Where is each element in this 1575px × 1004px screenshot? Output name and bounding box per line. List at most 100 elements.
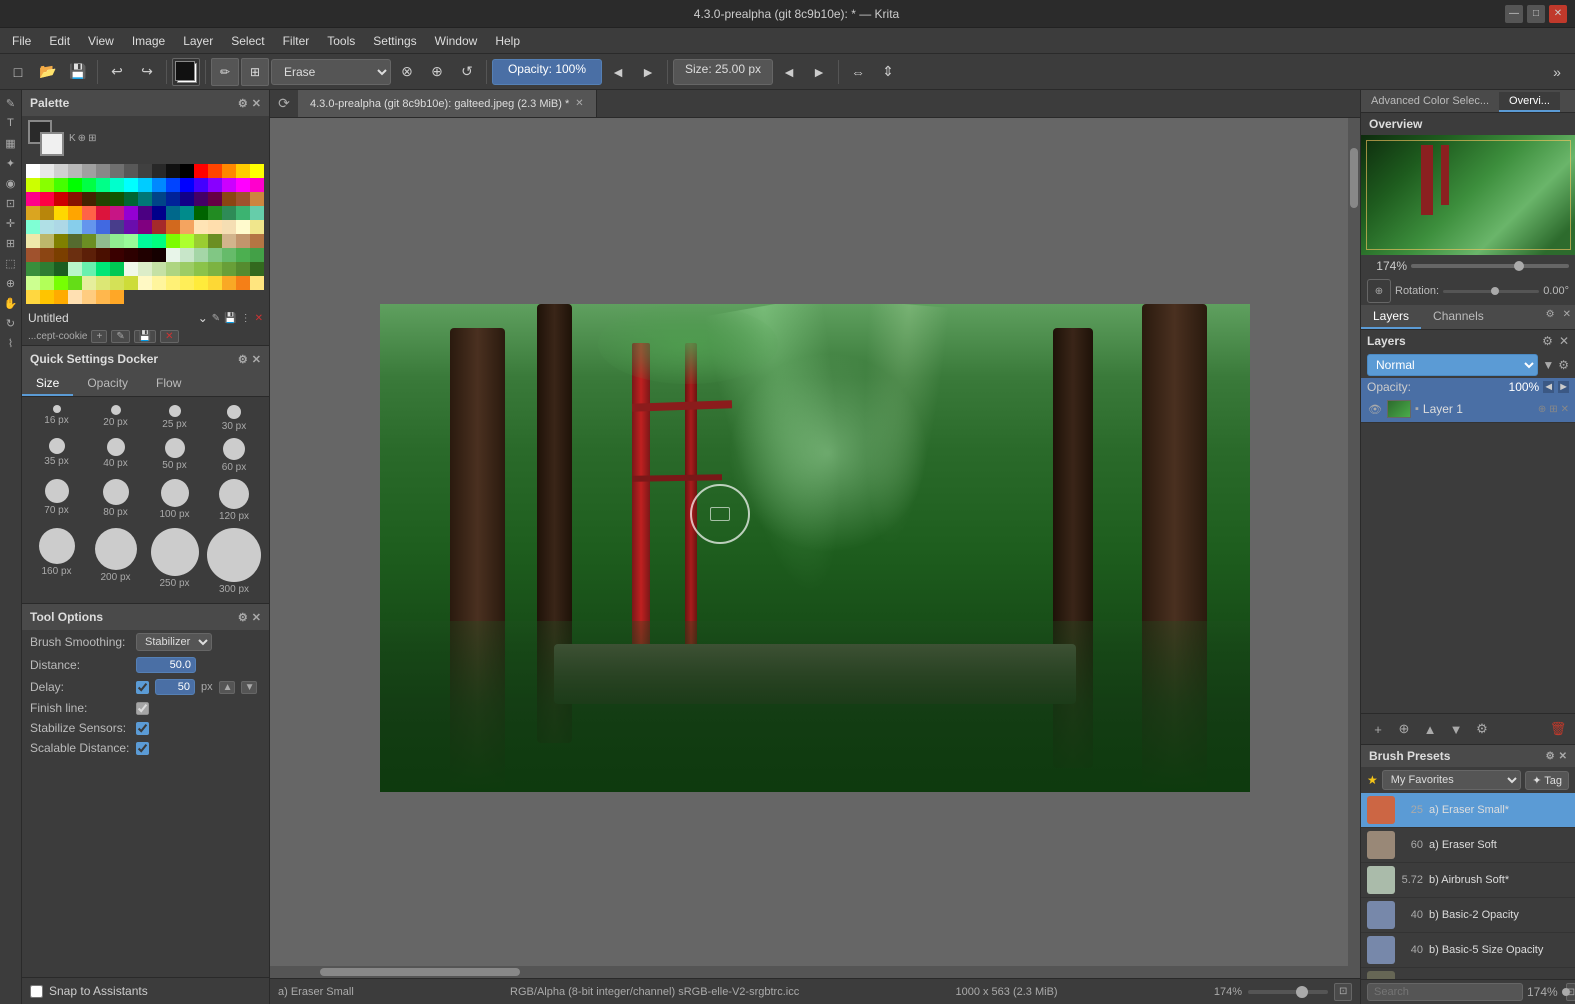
palette-color-cell[interactable] — [222, 164, 236, 178]
finish-line-checkbox[interactable] — [136, 702, 149, 715]
palette-color-cell[interactable] — [82, 248, 96, 262]
palette-color-cell[interactable] — [68, 206, 82, 220]
palette-menu-icon[interactable]: ⋮ — [241, 313, 251, 324]
palette-color-cell[interactable] — [40, 276, 54, 290]
palette-pencil-btn[interactable]: ✎ — [111, 330, 129, 343]
palette-color-cell[interactable] — [82, 206, 96, 220]
palette-color-cell[interactable] — [138, 206, 152, 220]
palette-color-cell[interactable] — [40, 178, 54, 192]
clear-button[interactable]: ⊗ — [393, 58, 421, 86]
transform-tool[interactable]: ⊞ — [2, 234, 20, 252]
palette-color-cell[interactable] — [40, 234, 54, 248]
brush-icon[interactable]: ✏ — [211, 58, 239, 86]
menu-filter[interactable]: Filter — [275, 32, 318, 50]
palette-color-cell[interactable] — [166, 248, 180, 262]
palette-color-cell[interactable] — [40, 206, 54, 220]
palette-color-cell[interactable] — [208, 164, 222, 178]
layers-close-icon[interactable]: ✕ — [1559, 305, 1575, 329]
palette-color-cell[interactable] — [26, 234, 40, 248]
palette-selector-icon[interactable]: ⌄ — [198, 311, 208, 325]
palette-color-cell[interactable] — [166, 178, 180, 192]
palette-color-cell[interactable] — [236, 192, 250, 206]
menu-image[interactable]: Image — [124, 32, 173, 50]
palette-color-cell[interactable] — [152, 248, 166, 262]
delete-layer-button[interactable]: 🗑 — [1547, 718, 1569, 740]
palette-color-cell[interactable] — [82, 290, 96, 304]
bp-tag-button[interactable]: ✦ Tag — [1525, 771, 1569, 790]
palette-color-cell[interactable] — [68, 262, 82, 276]
redo-button[interactable]: ↪ — [133, 58, 161, 86]
brush-row[interactable]: 25a) Eraser Small* — [1361, 793, 1575, 828]
canvas-scroll-h[interactable] — [270, 966, 1360, 978]
size-up[interactable]: ► — [805, 58, 833, 86]
status-fit-btn[interactable]: ⊡ — [1334, 983, 1352, 1001]
palette-color-cell[interactable] — [26, 290, 40, 304]
palette-color-cell[interactable] — [180, 248, 194, 262]
maximize-button[interactable]: □ — [1527, 5, 1545, 23]
palette-color-cell[interactable] — [166, 262, 180, 276]
opacity-down[interactable]: ◄ — [604, 58, 632, 86]
ruler-tool[interactable]: ⌇ — [2, 334, 20, 352]
copy-layer-button[interactable]: ⊕ — [1393, 718, 1415, 740]
settings-button[interactable]: ⊕ — [423, 58, 451, 86]
palette-color-cell[interactable] — [40, 192, 54, 206]
palette-color-cell[interactable] — [166, 234, 180, 248]
brush-preset-selector[interactable]: Erase — [271, 59, 391, 85]
brush-search-input[interactable] — [1367, 983, 1523, 1001]
palette-color-cell[interactable] — [96, 192, 110, 206]
palette-close2-icon[interactable]: ✕ — [255, 313, 263, 324]
palette-color-cell[interactable] — [180, 178, 194, 192]
palette-color-cell[interactable] — [54, 290, 68, 304]
to-settings-icon[interactable]: ⚙ — [238, 611, 248, 624]
palette-color-cell[interactable] — [26, 276, 40, 290]
palette-color-cell[interactable] — [110, 276, 124, 290]
palette-color-cell[interactable] — [110, 178, 124, 192]
palette-color-cell[interactable] — [82, 262, 96, 276]
palette-color-cell[interactable] — [124, 262, 138, 276]
palette-color-cell[interactable] — [68, 220, 82, 234]
palette-color-cell[interactable] — [152, 276, 166, 290]
zoom-slider[interactable] — [1411, 264, 1569, 268]
palette-color-cell[interactable] — [96, 178, 110, 192]
pan-tool[interactable]: ✋ — [2, 294, 20, 312]
brush-row[interactable]: 60a) Eraser Soft — [1361, 828, 1575, 863]
delay-input[interactable]: 50 — [155, 679, 195, 695]
palette-color-cell[interactable] — [222, 234, 236, 248]
menu-view[interactable]: View — [80, 32, 122, 50]
palette-color-cell[interactable] — [54, 192, 68, 206]
layer-action-c[interactable]: ✕ — [1561, 404, 1569, 415]
palette-color-cell[interactable] — [250, 276, 264, 290]
brush-smoothing-select[interactable]: Stabilizer — [136, 633, 212, 651]
palette-color-cell[interactable] — [194, 206, 208, 220]
gradient-tool[interactable]: ▦ — [2, 134, 20, 152]
brush-size-item[interactable]: 25 px — [148, 405, 201, 432]
palette-color-cell[interactable] — [82, 178, 96, 192]
palette-color-cell[interactable] — [54, 234, 68, 248]
palette-color-cell[interactable] — [26, 192, 40, 206]
palette-save-icon[interactable]: 💾 — [224, 313, 236, 324]
brush-size-item[interactable]: 120 px — [207, 479, 261, 522]
stabilize-sensors-checkbox[interactable] — [136, 722, 149, 735]
layer-row-1[interactable]: 👁 ▪ Layer 1 ⊕ ⊞ ✕ — [1361, 396, 1575, 423]
palette-color-cell[interactable] — [236, 248, 250, 262]
crop-tool[interactable]: ⊡ — [2, 194, 20, 212]
palette-color-cell[interactable] — [40, 220, 54, 234]
palette-color-cell[interactable] — [110, 234, 124, 248]
palette-color-cell[interactable] — [222, 248, 236, 262]
layer-action-a[interactable]: ⊕ — [1538, 404, 1546, 415]
palette-color-cell[interactable] — [110, 192, 124, 206]
status-zoom-slider[interactable] — [1248, 990, 1328, 994]
palette-color-cell[interactable] — [82, 192, 96, 206]
qs-settings-icon[interactable]: ⚙ — [238, 353, 248, 366]
layer-properties[interactable]: ⚙ — [1471, 718, 1493, 740]
brush-size-item[interactable]: 160 px — [30, 528, 83, 595]
brush-size-item[interactable]: 30 px — [207, 405, 261, 432]
palette-color-cell[interactable] — [250, 192, 264, 206]
tab-advanced-color[interactable]: Advanced Color Selec... — [1361, 92, 1499, 112]
palette-color-cell[interactable] — [194, 262, 208, 276]
bg-swatch[interactable] — [40, 132, 64, 156]
palette-color-cell[interactable] — [124, 178, 138, 192]
palette-color-cell[interactable] — [96, 206, 110, 220]
palette-color-cell[interactable] — [26, 248, 40, 262]
size-down[interactable]: ◄ — [775, 58, 803, 86]
